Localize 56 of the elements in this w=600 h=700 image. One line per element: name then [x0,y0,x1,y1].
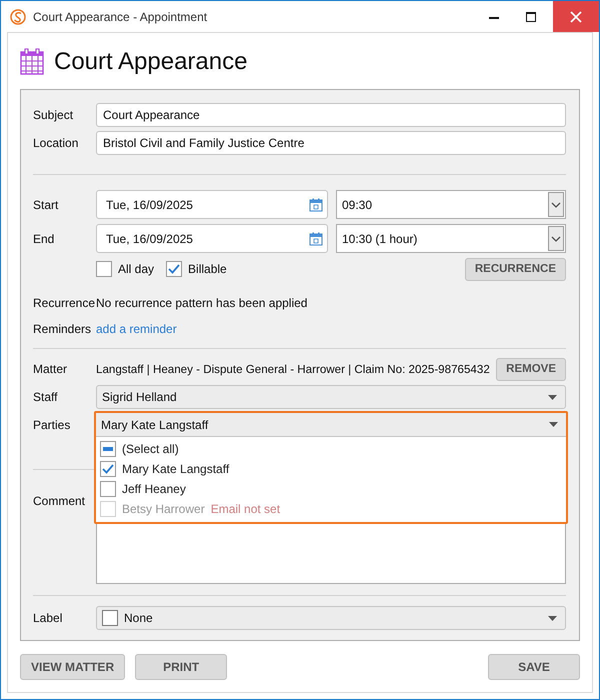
chevron-down-icon [551,202,561,208]
checkbox[interactable] [96,261,112,277]
field-label: Label [33,611,64,625]
checkbox[interactable] [100,481,116,497]
dropdown-arrow-icon [548,616,557,620]
checkbox-label: All day [118,262,154,276]
footer-button[interactable]: SAVE [488,654,580,680]
dropdown-arrow-icon [549,422,558,427]
field-label: Matter [33,362,68,376]
footer-button[interactable]: VIEW MATTER [20,654,126,680]
checkbox[interactable] [100,441,116,457]
color-swatch [102,610,118,626]
checkbox[interactable] [100,461,116,477]
recurrence-text: No recurrence pattern has been applied [96,296,308,310]
warning-text: Email not set [210,502,280,516]
parties-dropdown[interactable]: Mary Kate Langstaff [96,413,566,437]
label-dropdown[interactable]: None [96,606,566,630]
party-option[interactable]: Mary Kate Langstaff [122,462,230,476]
field-label: Comment [33,494,86,508]
calendar-icon [20,48,44,76]
calendar-icon [309,232,323,246]
time-field[interactable]: 09:30 [336,190,566,219]
field-label: Parties [33,418,72,432]
party-option[interactable]: Jeff Heaney [122,482,186,496]
party-option[interactable]: (Select all) [122,442,179,456]
date-field[interactable]: Tue, 16/09/2025 [96,224,328,253]
field-label: Location [33,136,80,150]
appointment-heading: Court Appearance [54,48,248,76]
field-label: Start [33,198,60,212]
time-field[interactable]: 10:30 (1 hour) [336,224,566,253]
remove-button[interactable]: REMOVE [496,358,566,380]
field-label: Staff [33,390,58,404]
chevron-down-icon [551,236,561,242]
footer-button[interactable]: PRINT [135,654,228,680]
calendar-icon [309,198,323,212]
field-label: Recurrence [33,296,92,310]
close-icon [570,10,582,22]
field-label: Subject [33,108,74,122]
close-button[interactable] [553,1,599,32]
dropdown-arrow-icon [548,394,557,400]
window-title: Court Appearance - Appointment [33,10,208,24]
matter-text: Langstaff | Heaney - Dispute General - Harrower | Claim No: 2025-98765432 [96,362,491,376]
field-label: End [33,232,56,246]
checkbox-label: Billable [188,262,227,276]
subject-field[interactable]: Court Appearance [96,103,566,127]
add-reminder-link[interactable]: add a reminder [96,322,177,336]
maximize-icon [526,12,536,22]
recurrence-button[interactable]: RECURRENCE [464,258,566,280]
staff-dropdown[interactable]: Sigrid Helland [96,385,566,409]
location-field[interactable]: Bristol Civil and Family Justice Centre [96,131,566,155]
checkbox[interactable] [166,261,182,277]
checkmark-icon [168,264,180,274]
app-logo-icon [10,8,26,24]
field-label: Reminders [33,322,92,336]
date-field[interactable]: Tue, 16/09/2025 [96,190,328,219]
checkbox[interactable] [100,501,116,517]
